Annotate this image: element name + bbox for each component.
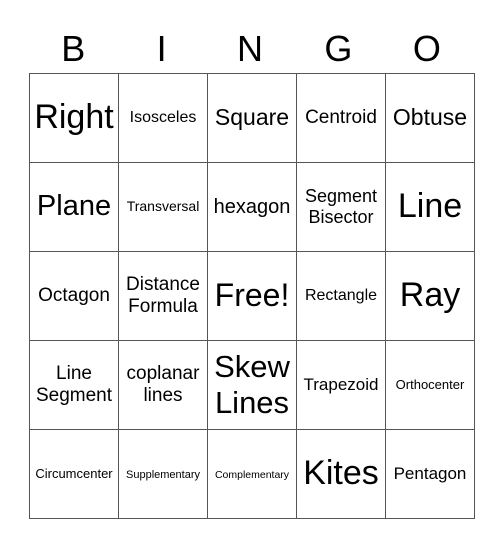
bingo-cell-label: Line (397, 187, 463, 226)
bingo-cell[interactable]: Line (385, 162, 475, 252)
bingo-row: Circumcenter Supplementary Complementary Ki… (29, 429, 475, 519)
bingo-cell-label: Complementary (214, 469, 290, 482)
bingo-cell[interactable]: Plane (29, 162, 119, 252)
header-letter-g: G (324, 28, 353, 69)
bingo-row: Right Isosceles Square Centroid Obtuse (29, 73, 475, 163)
bingo-card: Right Isosceles Square Centroid Obtuse Plane T… (29, 73, 475, 519)
bingo-cell-label: Octagon (38, 284, 110, 306)
bingo-cell[interactable]: hexagon (207, 162, 297, 252)
bingo-cell-label: Orthocenter (395, 377, 465, 393)
bingo-cell[interactable]: Obtuse (385, 73, 475, 163)
bingo-header: B I N G O (29, 26, 471, 72)
bingo-cell[interactable]: Supplementary (118, 429, 208, 519)
bingo-cell[interactable]: Line Segment (29, 340, 119, 430)
bingo-cell-label: Trapezoid (303, 374, 379, 394)
bingo-cell[interactable]: Isosceles (118, 73, 208, 163)
bingo-row: Plane Transversal hexagon Segment Bisector L… (29, 162, 475, 252)
bingo-cell[interactable]: Right (29, 73, 119, 163)
bingo-cell-label: Skew Lines (214, 349, 290, 420)
header-letter-n: N (237, 28, 264, 69)
bingo-cell-label: Rectangle (304, 287, 378, 305)
header-letter-i: I (156, 28, 167, 69)
bingo-cell-label: Distance Formula (126, 274, 200, 317)
bingo-cell-label: Circumcenter (35, 466, 113, 482)
bingo-cell-label: Transversal (126, 198, 200, 215)
bingo-cell-label: hexagon (213, 196, 291, 218)
bingo-cell[interactable]: Complementary (207, 429, 297, 519)
bingo-cell[interactable]: Kites (296, 429, 386, 519)
bingo-cell[interactable]: Skew Lines (207, 340, 297, 430)
bingo-cell[interactable]: Orthocenter (385, 340, 475, 430)
bingo-cell-label: Ray (399, 276, 461, 315)
bingo-row: Line Segment coplanar lines Skew Lines Trap… (29, 340, 475, 430)
bingo-cell-label: Line Segment (35, 363, 113, 406)
bingo-cell[interactable]: Rectangle (296, 251, 386, 341)
header-letter-b: B (61, 28, 86, 69)
bingo-cell-label: Pentagon (393, 463, 467, 483)
bingo-cell[interactable]: Distance Formula (118, 251, 208, 341)
bingo-cell[interactable]: Pentagon (385, 429, 475, 519)
bingo-cell[interactable]: coplanar lines (118, 340, 208, 430)
bingo-cell[interactable]: Ray (385, 251, 475, 341)
bingo-cell-label: Kites (303, 454, 379, 493)
bingo-cell-label: Square (214, 104, 290, 131)
bingo-cell-label: Isosceles (129, 109, 197, 127)
bingo-cell-label: Supplementary (126, 469, 200, 482)
header-letter-o: O (412, 28, 441, 69)
bingo-cell[interactable]: Free! (207, 251, 297, 341)
bingo-cell-label: coplanar lines (126, 363, 200, 406)
bingo-cell-label: Obtuse (392, 104, 468, 131)
bingo-cell[interactable]: Square (207, 73, 297, 163)
bingo-cell[interactable]: Octagon (29, 251, 119, 341)
bingo-cell-label: Right (34, 98, 114, 137)
bingo-cell[interactable]: Centroid (296, 73, 386, 163)
bingo-cell-label: Segment Bisector (304, 186, 378, 227)
bingo-cell[interactable]: Segment Bisector (296, 162, 386, 252)
bingo-cell-label: Free! (214, 277, 290, 314)
bingo-cell-label: Centroid (305, 106, 377, 128)
bingo-cell-label: Plane (36, 190, 112, 223)
bingo-row: Octagon Distance Formula Free! Rectangle Ray (29, 251, 475, 341)
bingo-cell[interactable]: Transversal (118, 162, 208, 252)
bingo-cell[interactable]: Circumcenter (29, 429, 119, 519)
bingo-cell[interactable]: Trapezoid (296, 340, 386, 430)
